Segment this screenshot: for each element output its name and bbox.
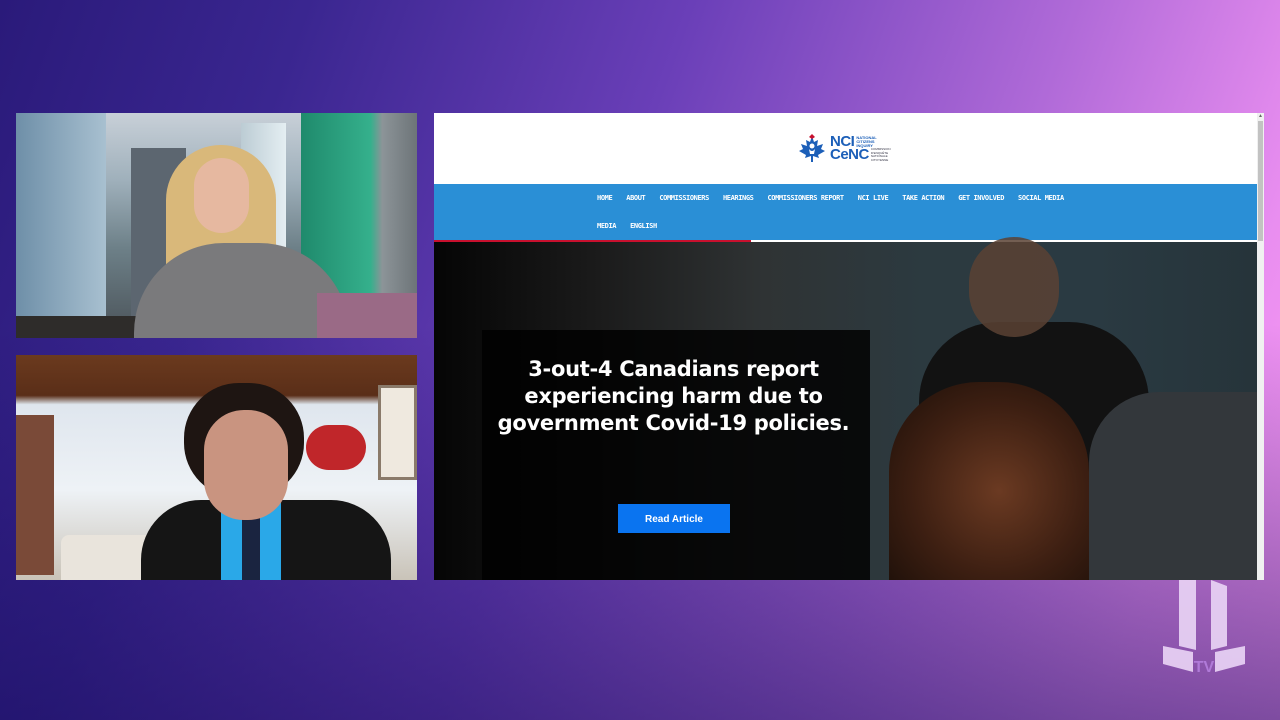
hero-person-legs [1089, 392, 1257, 580]
nav-item-media[interactable]: MEDIA [597, 220, 623, 232]
hero-sofa [889, 382, 1089, 580]
guest-face [204, 410, 288, 520]
nav-item-commissioners-report[interactable]: COMMISSIONERS REPORT [767, 192, 850, 204]
read-article-button[interactable]: Read Article [618, 504, 730, 533]
logo-cenc-subtitle: COMMISSION D'ENQUÊTE NATIONALE CITOYENNE [870, 147, 891, 162]
hero-banner: 3-out-4 Canadians report experiencing ha… [434, 237, 1257, 580]
nav-item-about[interactable]: ABOUT [626, 192, 652, 204]
flowers [306, 425, 366, 470]
nav-row-2: MEDIA ENGLISH [597, 220, 671, 232]
scrollbar[interactable]: ▲ [1257, 113, 1264, 580]
channel-logo-text: TV [1194, 659, 1215, 676]
nav-item-hearings[interactable]: HEARINGS [723, 192, 761, 204]
shared-browser-screen: NCI NATIONAL CITIZENS INQUIRY CeNC COMMI… [434, 113, 1264, 580]
host-face [194, 158, 249, 233]
building [16, 113, 106, 338]
nav-item-take-action[interactable]: TAKE ACTION [902, 192, 951, 204]
host-video-feed [16, 113, 417, 338]
nav-item-english[interactable]: ENGLISH [630, 220, 664, 232]
scroll-up-icon[interactable]: ▲ [1257, 113, 1264, 120]
picture-frame [378, 385, 417, 480]
nav-item-nci-live[interactable]: NCI LIVE [858, 192, 896, 204]
guest-video-feed [16, 355, 417, 580]
hero-headline: 3-out-4 Canadians report experiencing ha… [497, 357, 850, 435]
nav-item-home[interactable]: HOME [597, 192, 619, 204]
site-logo[interactable]: NCI NATIONAL CITIZENS INQUIRY CeNC COMMI… [797, 134, 899, 164]
main-nav: HOME ABOUT COMMISSIONERS HEARINGS COMMISSION… [434, 184, 1257, 240]
logo-cenc: CeNC [830, 146, 869, 163]
hero-image [889, 237, 1257, 580]
guest-tie [242, 515, 260, 580]
nav-item-get-involved[interactable]: GET INVOLVED [958, 192, 1011, 204]
brick-wall [16, 415, 54, 575]
host-desk [317, 293, 417, 338]
scrollbar-thumb[interactable] [1258, 121, 1263, 241]
nav-item-commissioners[interactable]: COMMISSIONERS [659, 192, 716, 204]
hero-person-head [969, 237, 1059, 337]
maple-leaf-icon [797, 134, 827, 164]
nav-item-social-media[interactable]: SOCIAL MEDIA [1018, 192, 1071, 204]
site-header: NCI NATIONAL CITIZENS INQUIRY CeNC COMMI… [434, 113, 1257, 184]
channel-logo: TV [1163, 580, 1245, 676]
nav-row-1: HOME ABOUT COMMISSIONERS HEARINGS COMMISSION… [597, 192, 1078, 204]
